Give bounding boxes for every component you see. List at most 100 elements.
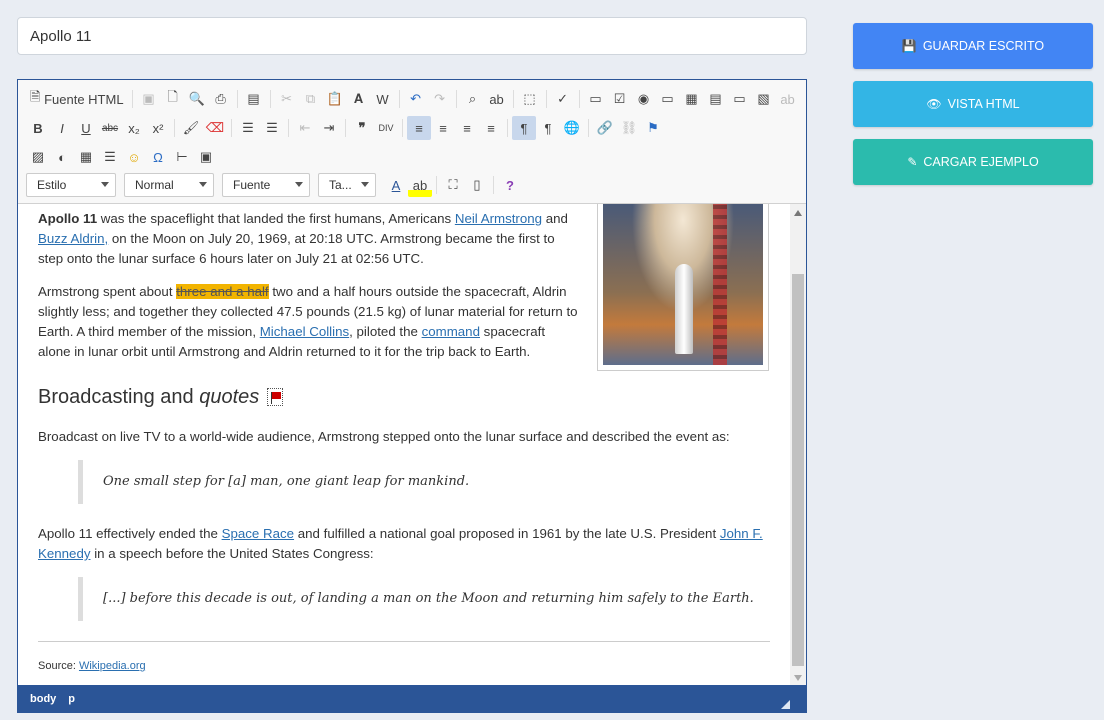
image-button-icon[interactable]: ▧ [752, 87, 776, 111]
paste-text-icon[interactable]: 𝐀 [347, 87, 371, 111]
copy-format-icon[interactable]: 🖌 [179, 116, 203, 140]
format-combo-label: Normal [135, 178, 174, 192]
save-icon[interactable]: ▣ [137, 87, 161, 111]
align-center-icon[interactable]: ≡ [431, 116, 455, 140]
div-icon[interactable]: DIV [374, 116, 398, 140]
page-break-icon[interactable]: ⊢ [170, 145, 194, 169]
bold-icon[interactable]: B [26, 116, 50, 140]
radio-icon[interactable]: ◉ [632, 87, 656, 111]
editor-scrollbar[interactable] [790, 204, 806, 685]
paragraph-3: Broadcast on live TV to a world-wide aud… [38, 429, 730, 444]
select-icon[interactable]: ▤ [704, 87, 728, 111]
help-icon[interactable]: ? [498, 173, 522, 197]
blockquote-icon[interactable]: ❞ [350, 116, 374, 140]
paste-icon[interactable]: 📋 [323, 87, 347, 111]
table-icon[interactable]: ▦ [74, 145, 98, 169]
replace-icon[interactable]: ab [485, 87, 509, 111]
link-neil-armstrong[interactable]: Neil Armstrong [455, 211, 542, 226]
find-icon[interactable]: ⌕ [461, 87, 485, 111]
rtl-icon[interactable]: ¶ [536, 116, 560, 140]
preview-icon[interactable]: 🔍 [185, 87, 209, 111]
paragraph-text: Apollo 11 effectively ended the [38, 526, 222, 541]
scroll-up-icon[interactable] [794, 210, 802, 216]
toolbar-separator [455, 90, 457, 108]
hidden-field-icon[interactable]: ab [776, 87, 800, 111]
chevron-down-icon [101, 182, 109, 187]
button-icon[interactable]: ▭ [728, 87, 752, 111]
templates-icon[interactable]: ▤ [242, 87, 266, 111]
align-left-icon[interactable]: ≡ [407, 116, 431, 140]
image-icon[interactable]: ▨ [26, 145, 50, 169]
show-blocks-icon[interactable]: ▯ [465, 173, 489, 197]
link-buzz-aldrin[interactable]: Buzz Aldrin, [38, 231, 108, 246]
resize-handle-icon[interactable] [781, 700, 790, 709]
subscript-icon[interactable]: x₂ [122, 116, 146, 140]
unlink-icon[interactable]: ⛓ [617, 116, 641, 140]
textarea-icon[interactable]: ▦ [680, 87, 704, 111]
link-command[interactable]: command [422, 324, 480, 339]
horizontal-line-icon[interactable]: ☰ [98, 145, 122, 169]
align-right-icon[interactable]: ≡ [455, 116, 479, 140]
textfield-icon[interactable]: ▭ [656, 87, 680, 111]
html-view-button[interactable]: 👁 VISTA HTML [853, 81, 1093, 127]
language-icon[interactable]: 🌐 [560, 116, 584, 140]
title-input[interactable] [17, 17, 807, 55]
underline-icon[interactable]: U [74, 116, 98, 140]
format-combo[interactable]: Normal [124, 173, 214, 197]
iframe-icon[interactable]: ▣ [194, 145, 218, 169]
bulleted-list-icon[interactable]: ☰ [260, 116, 284, 140]
undo-icon[interactable]: ↶ [404, 87, 428, 111]
text-color-icon[interactable]: A [384, 173, 408, 197]
toolbar-separator [288, 119, 289, 137]
font-combo[interactable]: Fuente [222, 173, 310, 197]
new-page-icon[interactable]: 🗋 [161, 87, 185, 111]
style-combo[interactable]: Estilo [26, 173, 116, 197]
strike-icon[interactable]: abc [98, 116, 122, 140]
ltr-icon[interactable]: ¶ [512, 116, 536, 140]
special-char-icon[interactable]: Ω [146, 145, 170, 169]
numbered-list-icon[interactable]: ☰ [236, 116, 260, 140]
path-item-body[interactable]: body [30, 693, 56, 705]
save-writing-button[interactable]: 💾 GUARDAR ESCRITO [853, 23, 1093, 69]
justify-icon[interactable]: ≡ [479, 116, 503, 140]
view-button-label: VISTA HTML [947, 97, 1020, 111]
path-item-p[interactable]: p [68, 693, 75, 705]
background-color-icon[interactable]: ab [408, 173, 432, 197]
quote-2: [...] before this decade is out, of land… [78, 577, 770, 621]
print-icon[interactable]: ⎙ [209, 87, 233, 111]
size-combo[interactable]: Ta... [318, 173, 376, 197]
toolbar-separator [131, 90, 133, 108]
maximize-icon[interactable]: ⛶ [441, 173, 465, 197]
anchor-icon[interactable]: ⚑ [641, 116, 665, 140]
paragraph-text: , piloted the [349, 324, 422, 339]
copy-icon[interactable]: ⧉ [299, 87, 323, 111]
toolbar-separator [174, 119, 175, 137]
scroll-down-icon[interactable] [794, 675, 802, 681]
paragraph-text: and fulfilled a national goal proposed i… [294, 526, 720, 541]
select-all-icon[interactable]: ⬚ [518, 87, 542, 111]
cut-icon[interactable]: ✂ [275, 87, 299, 111]
indent-icon[interactable]: ⇥ [317, 116, 341, 140]
paste-word-icon[interactable]: W [371, 87, 395, 111]
outdent-icon[interactable]: ⇤ [293, 116, 317, 140]
link-icon[interactable]: 🔗 [593, 116, 617, 140]
source-button[interactable]: 🗎 Fuente HTML [26, 87, 128, 111]
link-space-race[interactable]: Space Race [222, 526, 294, 541]
link-michael-collins[interactable]: Michael Collins [260, 324, 349, 339]
superscript-icon[interactable]: x² [146, 116, 170, 140]
flash-icon[interactable]: ◐ [50, 145, 74, 169]
scroll-thumb[interactable] [792, 274, 804, 666]
redo-icon[interactable]: ↷ [428, 87, 452, 111]
editor-content[interactable]: Apollo 11 was the spaceflight that lande… [18, 204, 790, 685]
checkbox-icon[interactable]: ☑ [608, 87, 632, 111]
spellcheck-icon[interactable]: ✓ [551, 87, 575, 111]
editor-toolbar: 🗎 Fuente HTML ▣ 🗋 🔍 ⎙ ▤ ✂ ⧉ 📋 𝐀 W ↶ ↷ ⌕ … [18, 80, 806, 204]
form-icon[interactable]: ▭ [584, 87, 608, 111]
remove-format-icon[interactable]: ⌫ [203, 116, 227, 140]
smiley-icon[interactable]: ☺ [122, 145, 146, 169]
link-wikipedia[interactable]: Wikipedia.org [79, 660, 146, 672]
italic-icon[interactable]: I [50, 116, 74, 140]
anchor-flag-icon[interactable] [266, 388, 283, 406]
load-example-button[interactable]: ✎ CARGAR EJEMPLO [853, 139, 1093, 185]
paragraph-text: and [542, 211, 568, 226]
